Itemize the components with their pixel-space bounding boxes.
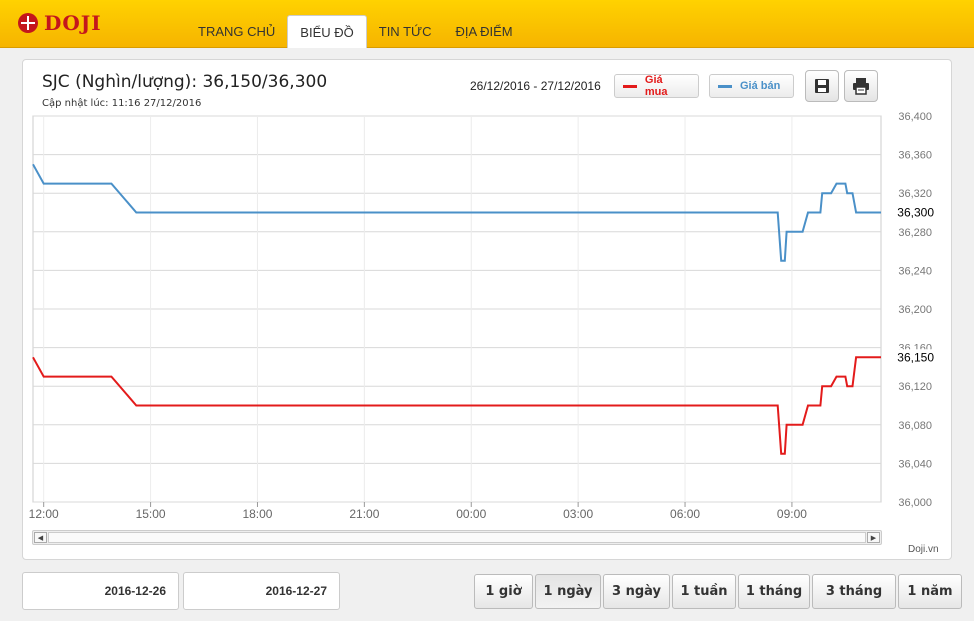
y-tick-label: 36,400 [898,111,932,123]
period-1-day[interactable]: 1 ngày [535,574,601,609]
period-3-months[interactable]: 3 tháng [812,574,896,609]
y-tick-label: 36,280 [898,227,932,239]
y-tick-label: 36,080 [898,420,932,432]
period-1-month[interactable]: 1 tháng [738,574,810,609]
period-3-days[interactable]: 3 ngày [603,574,670,609]
y-tick-label: 36,320 [898,188,932,200]
period-1-hour[interactable]: 1 giờ [474,574,533,609]
current-buy-label: 36,150 [897,350,934,364]
chart-scrollbar[interactable]: ◀ ▶ [32,530,882,545]
x-tick-label: 21:00 [349,507,379,521]
x-tick-label: 03:00 [563,507,593,521]
current-sell-label: 36,300 [897,206,934,220]
x-tick-label: 15:00 [136,507,166,521]
x-tick-label: 18:00 [242,507,272,521]
y-tick-label: 36,200 [898,304,932,316]
scroll-thumb[interactable] [48,532,866,543]
period-1-week[interactable]: 1 tuần [672,574,736,609]
y-tick-label: 36,040 [898,458,932,470]
date-from-input[interactable]: 2016-12-26 [22,572,179,610]
x-tick-label: 00:00 [456,507,486,521]
y-tick-label: 36,360 [898,150,932,162]
period-selector: 1 giờ 1 ngày 3 ngày 1 tuần 1 tháng 3 thá… [474,574,962,609]
x-tick-label: 12:00 [29,507,59,521]
price-chart: 36,00036,04036,08036,12036,16036,20036,2… [29,111,935,521]
y-tick-label: 36,240 [898,265,932,277]
date-to-input[interactable]: 2016-12-27 [183,572,340,610]
x-tick-label: 09:00 [777,507,807,521]
y-tick-label: 36,000 [898,497,932,509]
x-tick-label: 06:00 [670,507,700,521]
scroll-left-button[interactable]: ◀ [34,532,47,543]
scroll-right-button[interactable]: ▶ [867,532,880,543]
credit-link[interactable]: Doji.vn [908,544,939,555]
y-tick-label: 36,120 [898,381,932,393]
period-1-year[interactable]: 1 năm [898,574,962,609]
